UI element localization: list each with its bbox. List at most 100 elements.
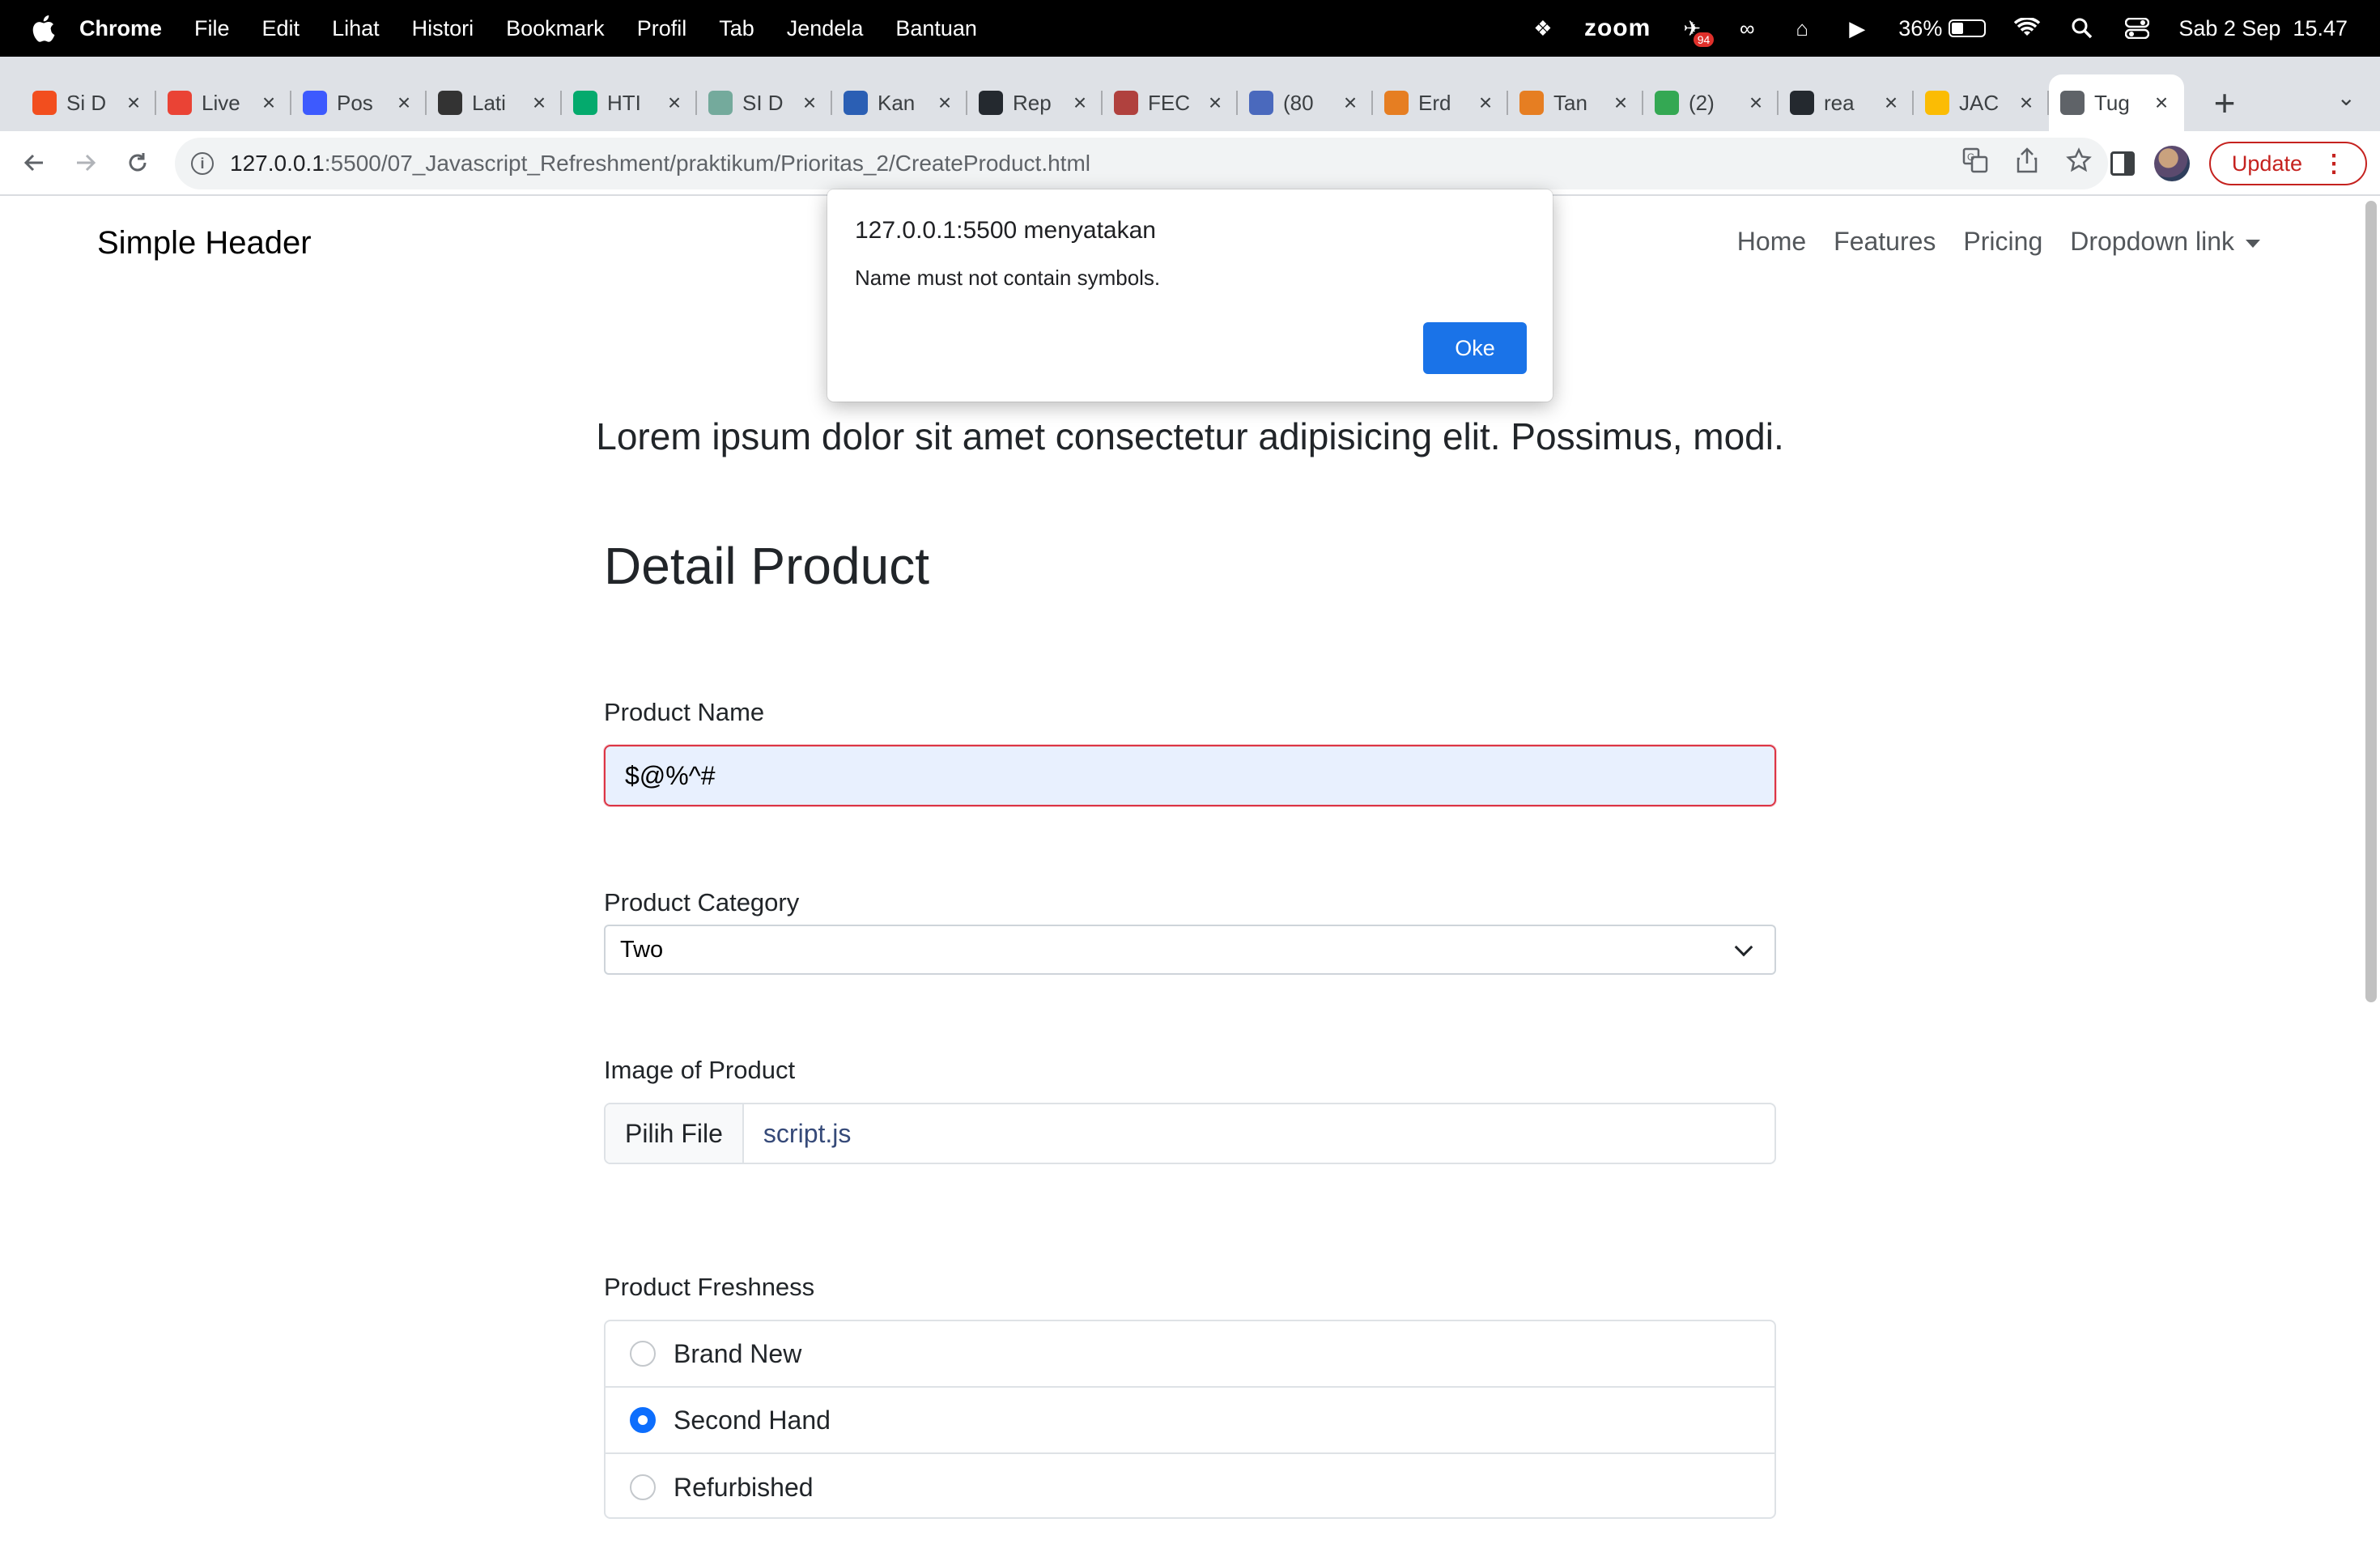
browser-tab[interactable]: Erd × [1373,74,1508,131]
browser-tab[interactable]: Rep × [967,74,1103,131]
wifi-icon[interactable] [2013,15,2041,42]
notification-icon [1249,91,1273,115]
github-icon [1790,91,1814,115]
tab-close-icon[interactable]: × [1745,90,1767,116]
apple-icon[interactable] [31,15,55,42]
menu-file[interactable]: File [194,16,230,41]
browser-tab[interactable]: JAC × [1914,74,2049,131]
nav-features[interactable]: Features [1834,227,1936,257]
browser-tab[interactable]: (80 × [1238,74,1373,131]
tab-close-icon[interactable]: × [1474,90,1497,116]
menu-edit[interactable]: Edit [262,16,300,41]
browser-tab[interactable]: HTI × [562,74,697,131]
side-panel-icon[interactable] [2110,151,2135,176]
back-button[interactable] [8,137,60,189]
tab-close-icon[interactable]: × [1069,90,1091,116]
browser-tab[interactable]: Tug × [2049,74,2184,131]
browser-tab[interactable]: Tan × [1508,74,1643,131]
product-image-file-input[interactable]: Pilih File script.js [604,1103,1776,1164]
browser-tab[interactable]: Pos × [291,74,427,131]
product-category-select[interactable]: Two [604,925,1776,975]
tab-close-icon[interactable]: × [122,90,145,116]
nav-home[interactable]: Home [1737,227,1806,257]
notification-status-icon[interactable]: ✈ 94 [1678,15,1715,47]
control-center-icon[interactable] [2123,15,2151,42]
profile-avatar[interactable] [2153,146,2190,181]
product-image-label: Image of Product [604,1056,796,1084]
radio-button[interactable] [630,1341,656,1367]
figma-status-icon[interactable]: ❖ [1529,15,1557,42]
browser-tab[interactable]: Lati × [427,74,562,131]
menu-app-name[interactable]: Chrome [79,16,162,41]
tab-close-icon[interactable]: × [933,90,956,116]
site-info-icon[interactable]: i [191,152,214,175]
browser-tab[interactable]: Kan × [832,74,967,131]
url-text[interactable]: 127.0.0.1:5500/07_Javascript_Refreshment… [230,151,1090,176]
freshness-option-second-hand[interactable]: Second Hand [606,1388,1774,1454]
url-path: :5500/07_Javascript_Refreshment/praktiku… [324,151,1090,176]
menu-tab[interactable]: Tab [719,16,754,41]
battery-icon [1949,19,1987,37]
translate-icon[interactable]: G [1962,147,1988,180]
url-host: 127.0.0.1 [230,151,325,176]
tab-close-icon[interactable]: × [1339,90,1362,116]
update-button[interactable]: Update ⋮ [2208,142,2367,185]
bookmark-star-icon[interactable] [2066,147,2092,180]
menu-view[interactable]: Lihat [332,16,380,41]
alert-ok-button[interactable]: Oke [1423,322,1527,374]
chosen-file-name: script.js [763,1118,852,1148]
browser-tab[interactable]: SI D × [697,74,832,131]
site-brand[interactable]: Simple Header [97,225,312,262]
tab-close-icon[interactable]: × [528,90,550,116]
reload-button[interactable] [112,137,164,189]
freshness-option-brand-new[interactable]: Brand New [606,1321,1774,1388]
tab-close-icon[interactable]: × [663,90,686,116]
spotlight-search-icon[interactable] [2068,15,2096,42]
nav-pricing[interactable]: Pricing [1963,227,2042,257]
battery-indicator[interactable]: 36% [1898,16,1987,41]
menu-help[interactable]: Bantuan [895,16,977,41]
tab-close-icon[interactable]: × [1204,90,1226,116]
menu-bookmarks[interactable]: Bookmark [506,16,605,41]
forward-button[interactable] [60,137,112,189]
menu-history[interactable]: Histori [412,16,474,41]
product-category-label: Product Category [604,888,800,916]
tab-close-icon[interactable]: × [2015,90,2038,116]
radio-button[interactable] [630,1474,656,1500]
share-icon[interactable] [2016,147,2038,180]
tab-close-icon[interactable]: × [1609,90,1632,116]
freshness-option-refurbished[interactable]: Refurbished [606,1454,1774,1520]
product-freshness-label: Product Freshness [604,1273,815,1301]
macos-menu-bar: Chrome File Edit Lihat Histori Bookmark … [0,0,2380,57]
more-menu-icon[interactable]: ⋮ [2322,150,2346,178]
play-icon[interactable]: ▶ [1843,15,1871,42]
tab-close-icon[interactable]: × [257,90,280,116]
tab-search-chevron-icon[interactable]: ⌄ [2337,84,2356,111]
product-name-input[interactable]: $@%^# [604,745,1776,806]
tab-title: Kan [878,90,916,115]
notification-badge: 94 [1693,32,1715,47]
address-bar[interactable]: i 127.0.0.1:5500/07_Javascript_Refreshme… [175,138,2108,189]
new-tab-button[interactable]: + [2200,79,2249,127]
alert-dialog-message: Name must not contain symbols. [855,266,1161,290]
creative-cloud-icon[interactable]: ∞ [1733,15,1761,42]
browser-tab[interactable]: FEC × [1103,74,1238,131]
radio-button[interactable] [630,1407,656,1433]
nav-dropdown[interactable]: Dropdown link [2070,227,2260,257]
menu-window[interactable]: Jendela [787,16,864,41]
svg-text:G: G [1967,151,1974,163]
tab-close-icon[interactable]: × [1880,90,1902,116]
page-scrollbar[interactable] [2365,201,2377,1002]
browser-tab[interactable]: Si D × [21,74,156,131]
tab-close-icon[interactable]: × [393,90,415,116]
choose-file-button[interactable]: Pilih File [606,1104,744,1163]
clock[interactable]: Sab 2 Sep 15.47 [2178,16,2348,41]
vpn-icon[interactable]: ⌂ [1788,15,1816,42]
tab-close-icon[interactable]: × [2150,90,2173,116]
zoom-status-icon[interactable]: zoom [1584,15,1651,42]
menu-profile[interactable]: Profil [637,16,687,41]
browser-tab[interactable]: rea × [1779,74,1914,131]
tab-close-icon[interactable]: × [798,90,821,116]
browser-tab[interactable]: (2) × [1643,74,1779,131]
browser-tab[interactable]: Live × [156,74,291,131]
